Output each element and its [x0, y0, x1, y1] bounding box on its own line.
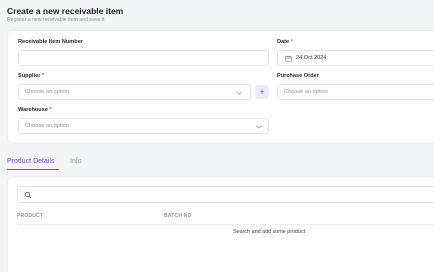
receivable-item-number-input[interactable]	[18, 50, 269, 66]
page-subtitle: Register a new receivable item and save …	[7, 17, 105, 23]
date-field[interactable]: 24 Oct 2024	[277, 50, 434, 66]
page-title: Create a new receivable item	[7, 6, 124, 16]
column-header-product: PRODUCT	[17, 213, 44, 219]
required-mark: *	[49, 107, 52, 113]
warehouse-select[interactable]: Choose an option	[18, 118, 269, 134]
receivable-form-card: Receivable Item Number Date * 24 Oct 202…	[7, 30, 434, 144]
supplier-select[interactable]: Choose an option	[18, 84, 251, 100]
search-icon	[24, 191, 32, 199]
supplier-placeholder: Choose an option	[25, 89, 69, 95]
warehouse-placeholder: Choose an option	[25, 123, 69, 129]
table-header-divider	[17, 224, 434, 225]
required-mark: *	[41, 73, 45, 79]
active-tab-indicator	[7, 169, 59, 171]
product-details-panel: PRODUCT BATCH NO Search and add some pro…	[7, 176, 434, 272]
page-header: Create a new receivable item Register a …	[7, 6, 123, 24]
column-header-batch-no: BATCH NO	[164, 213, 192, 219]
calendar-icon	[285, 55, 292, 62]
warehouse-label: Warehouse *	[18, 107, 52, 113]
chevron-down-icon	[256, 125, 262, 129]
receivable-item-number-label: Receivable Item Number	[18, 39, 83, 45]
product-search-input[interactable]	[17, 186, 434, 203]
purchase-order-select[interactable]: Choose an option	[277, 84, 434, 100]
date-label: Date *	[277, 39, 293, 45]
tab-info[interactable]: Info	[70, 157, 82, 166]
chevron-down-icon	[236, 91, 242, 95]
tab-product-details[interactable]: Product Details	[7, 157, 54, 166]
purchase-order-label: Purchase Order	[277, 73, 319, 79]
empty-table-message: Search and add some product	[233, 229, 306, 235]
required-mark: *	[290, 39, 293, 45]
purchase-order-placeholder: Choose an option	[284, 89, 328, 95]
add-supplier-button[interactable]: +	[255, 85, 269, 99]
date-value: 24 Oct 2024	[296, 55, 327, 61]
supplier-label: Supplier *	[18, 73, 45, 79]
